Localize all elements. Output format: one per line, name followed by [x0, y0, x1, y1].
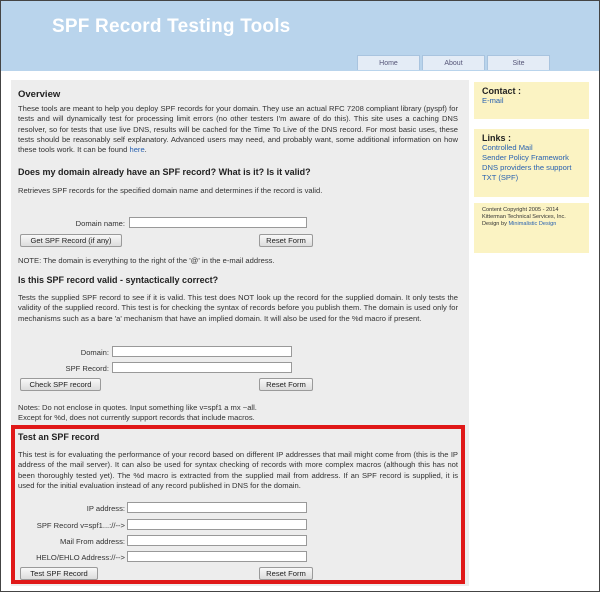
link-controlled-mail[interactable]: Controlled Mail [482, 143, 581, 153]
section2-reset-button[interactable]: Reset Form [259, 378, 313, 391]
section2-heading: Is this SPF record valid - syntactically… [18, 275, 219, 285]
overview-body: These tools are meant to help you deploy… [18, 104, 458, 155]
section2-notes-line2: Except for %d, does not currently suppor… [18, 413, 255, 422]
design-link[interactable]: Minimalistic Design [508, 221, 556, 227]
section2-record-label: SPF Record: [65, 364, 109, 373]
overview-text: These tools are meant to help you deploy… [18, 104, 458, 155]
links-heading: Links : [482, 133, 512, 143]
contact-heading: Contact : [482, 86, 521, 96]
overview-period: . [144, 145, 147, 155]
section1-text: Retrieves SPF records for the specified … [18, 186, 323, 195]
nav-site[interactable]: Site [487, 55, 550, 70]
section1-reset-button[interactable]: Reset Form [259, 234, 313, 247]
link-dns-providers[interactable]: DNS providers the support TXT (SPF) [482, 163, 581, 183]
sidebar-contact: Contact : E-mail [474, 82, 589, 119]
section2-domain-label: Domain: [80, 348, 109, 357]
check-spf-record-button[interactable]: Check SPF record [20, 378, 101, 391]
nav-about[interactable]: About [422, 55, 485, 70]
get-spf-record-button[interactable]: Get SPF Record (if any) [20, 234, 122, 247]
syntax-spf-record-input[interactable] [112, 362, 292, 373]
sidebar-copyright: Content Copyright 2005 - 2014 Kitterman … [474, 203, 589, 253]
email-link[interactable]: E-mail [482, 96, 581, 106]
section1-heading: Does my domain already have an SPF recor… [18, 167, 311, 177]
site-title: SPF Record Testing Tools [52, 16, 291, 37]
nav-home[interactable]: Home [357, 55, 420, 70]
domain-name-input[interactable] [129, 217, 307, 228]
section1-note: NOTE: The domain is everything to the ri… [18, 256, 275, 265]
copyright-text: Content Copyright 2005 - 2014 Kitterman … [482, 207, 566, 220]
overview-here-link[interactable]: here [129, 145, 144, 154]
section2-text: Tests the supplied SPF record to see if … [18, 293, 458, 323]
link-sender-policy-framework[interactable]: Sender Policy Framework [482, 153, 581, 163]
section1-domain-label: Domain name: [75, 219, 125, 228]
syntax-domain-input[interactable] [112, 346, 292, 357]
design-prefix: Design by [482, 221, 507, 227]
section2-notes-line1: Notes: Do not enclose in quotes. Input s… [18, 403, 257, 412]
overview-heading: Overview [18, 89, 61, 100]
highlight-box [11, 425, 465, 584]
sidebar-links: Links : Controlled Mail Sender Policy Fr… [474, 129, 589, 197]
design-credit: Design by Minimalistic Design [482, 221, 581, 228]
